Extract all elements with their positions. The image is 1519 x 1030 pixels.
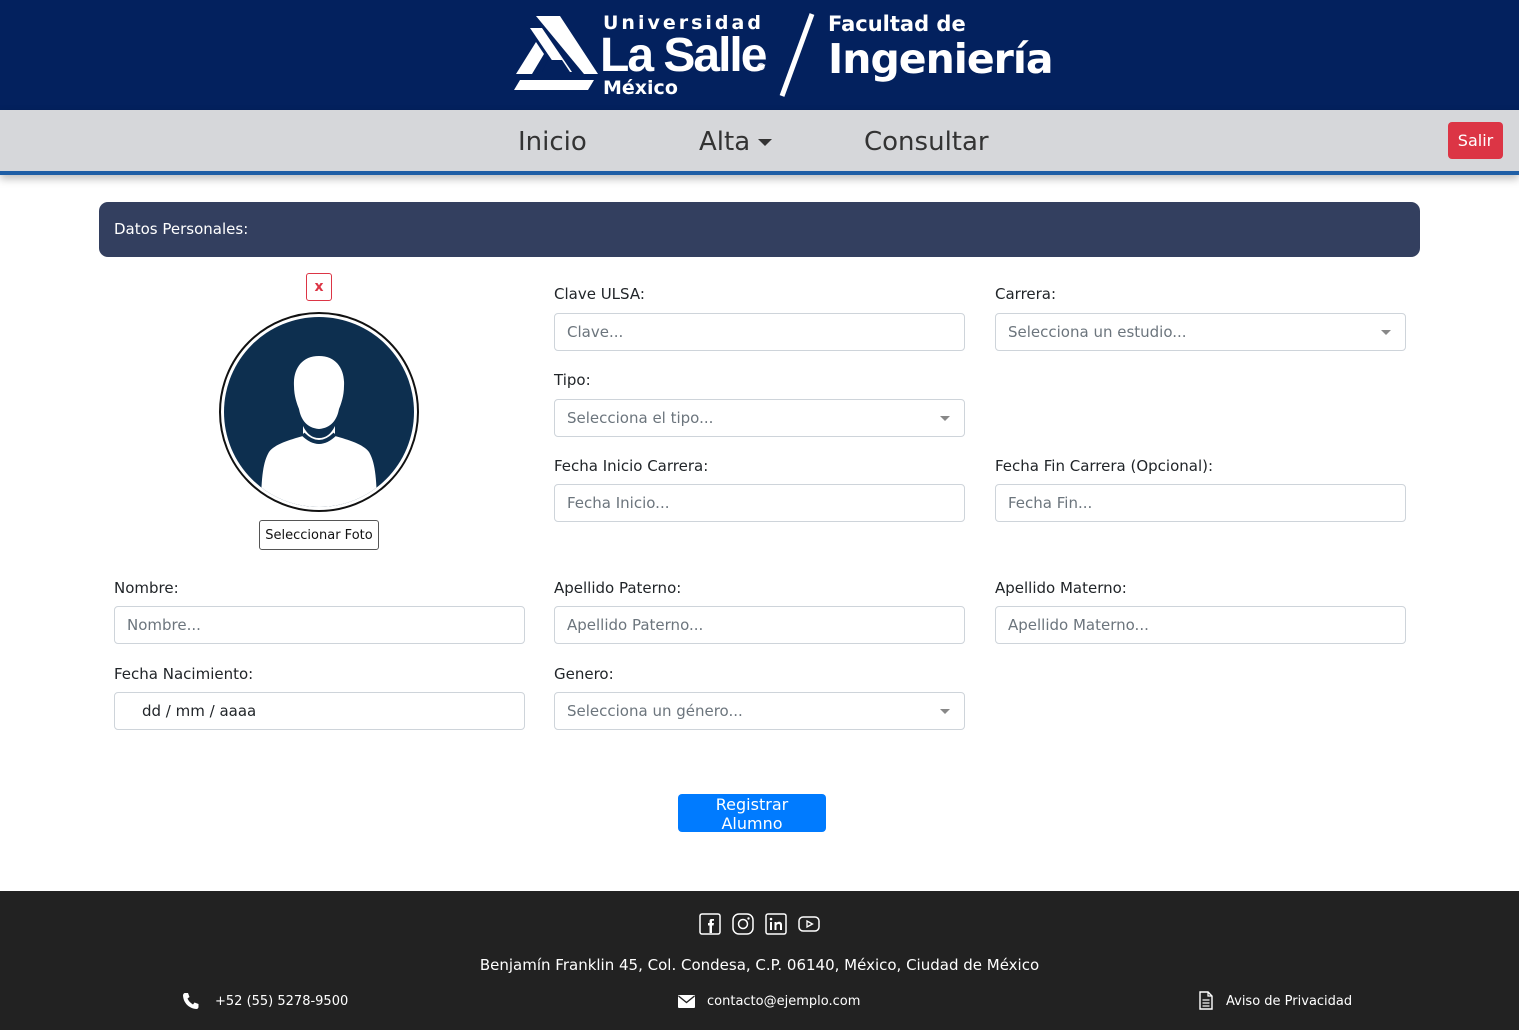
fecha-fin-input[interactable] (995, 484, 1406, 522)
fecha-fin-label: Fecha Fin Carrera (Opcional): (995, 457, 1214, 475)
carrera-select[interactable]: Selecciona un estudio... (995, 313, 1406, 351)
tipo-select[interactable]: Selecciona el tipo... (554, 399, 965, 437)
chevron-down-icon (1381, 330, 1391, 335)
nav-alta-label: Alta (699, 127, 751, 157)
genero-label: Genero: (554, 665, 614, 683)
genero-select[interactable]: Selecciona un género... (554, 692, 965, 730)
youtube-icon[interactable] (798, 913, 820, 935)
document-icon (1199, 991, 1213, 1010)
tipo-label: Tipo: (554, 371, 591, 389)
logo-ingenieria-text: Ingeniería (828, 35, 1054, 83)
footer-email[interactable]: contacto@ejemplo.com (707, 994, 860, 1009)
nav-consultar[interactable]: Consultar (864, 127, 989, 157)
carrera-select-value: Selecciona un estudio... (1008, 323, 1187, 341)
top-header: Universidad La Salle ® México Facultad d… (0, 0, 1519, 110)
envelope-icon (678, 995, 695, 1008)
footer: Benjamín Franklin 45, Col. Condesa, C.P.… (0, 891, 1519, 1030)
caret-down-icon (758, 139, 773, 146)
phone-icon (183, 993, 199, 1009)
fecha-nacimiento-value: dd / mm / aaaa (142, 702, 257, 720)
footer-address: Benjamín Franklin 45, Col. Condesa, C.P.… (479, 956, 1040, 974)
apellido-paterno-label: Apellido Paterno: (554, 579, 682, 597)
facebook-icon[interactable] (699, 913, 721, 935)
apellido-materno-label: Apellido Materno: (995, 579, 1127, 597)
apellido-materno-input[interactable] (995, 606, 1406, 644)
logo-slash-divider (779, 13, 815, 97)
genero-select-value: Selecciona un género... (567, 702, 743, 720)
footer-privacy-link[interactable]: Aviso de Privacidad (1226, 994, 1352, 1009)
registered-mark: ® (756, 62, 766, 73)
linkedin-icon[interactable] (765, 913, 787, 935)
tipo-select-value: Selecciona el tipo... (567, 409, 714, 427)
section-header: Datos Personales: (99, 202, 1420, 257)
logo-lasalle-text: La Salle (600, 29, 767, 82)
logo-facultad-text: Facultad de (828, 12, 966, 36)
nombre-input[interactable] (114, 606, 525, 644)
select-photo-button[interactable]: Seleccionar Foto (259, 520, 379, 550)
nav-inicio[interactable]: Inicio (518, 127, 587, 157)
register-student-button[interactable]: Registrar Alumno (678, 794, 826, 833)
chevron-down-icon (940, 416, 950, 421)
clave-input[interactable] (554, 313, 965, 351)
section-title: Datos Personales: (114, 220, 249, 238)
lasalle-logo-mark (514, 16, 598, 90)
fecha-nacimiento-input[interactable]: dd / mm / aaaa (114, 692, 525, 730)
nav-alta-dropdown[interactable]: Alta (699, 127, 773, 157)
logo-mexico-text: México (603, 77, 678, 99)
logout-button[interactable]: Salir (1448, 122, 1503, 159)
main-navbar: Inicio Alta Consultar Salir (0, 110, 1519, 175)
chevron-down-icon (940, 709, 950, 714)
footer-phone[interactable]: +52 (55) 5278-9500 (215, 994, 348, 1009)
instagram-icon[interactable] (732, 913, 754, 935)
fecha-inicio-label: Fecha Inicio Carrera: (554, 457, 709, 475)
fecha-inicio-input[interactable] (554, 484, 965, 522)
fecha-nacimiento-label: Fecha Nacimiento: (114, 665, 254, 683)
carrera-label: Carrera: (995, 285, 1057, 303)
apellido-paterno-input[interactable] (554, 606, 965, 644)
clave-label: Clave ULSA: (554, 285, 645, 303)
nombre-label: Nombre: (114, 579, 179, 597)
remove-photo-button[interactable]: x (306, 273, 332, 301)
user-silhouette-icon (219, 312, 419, 512)
